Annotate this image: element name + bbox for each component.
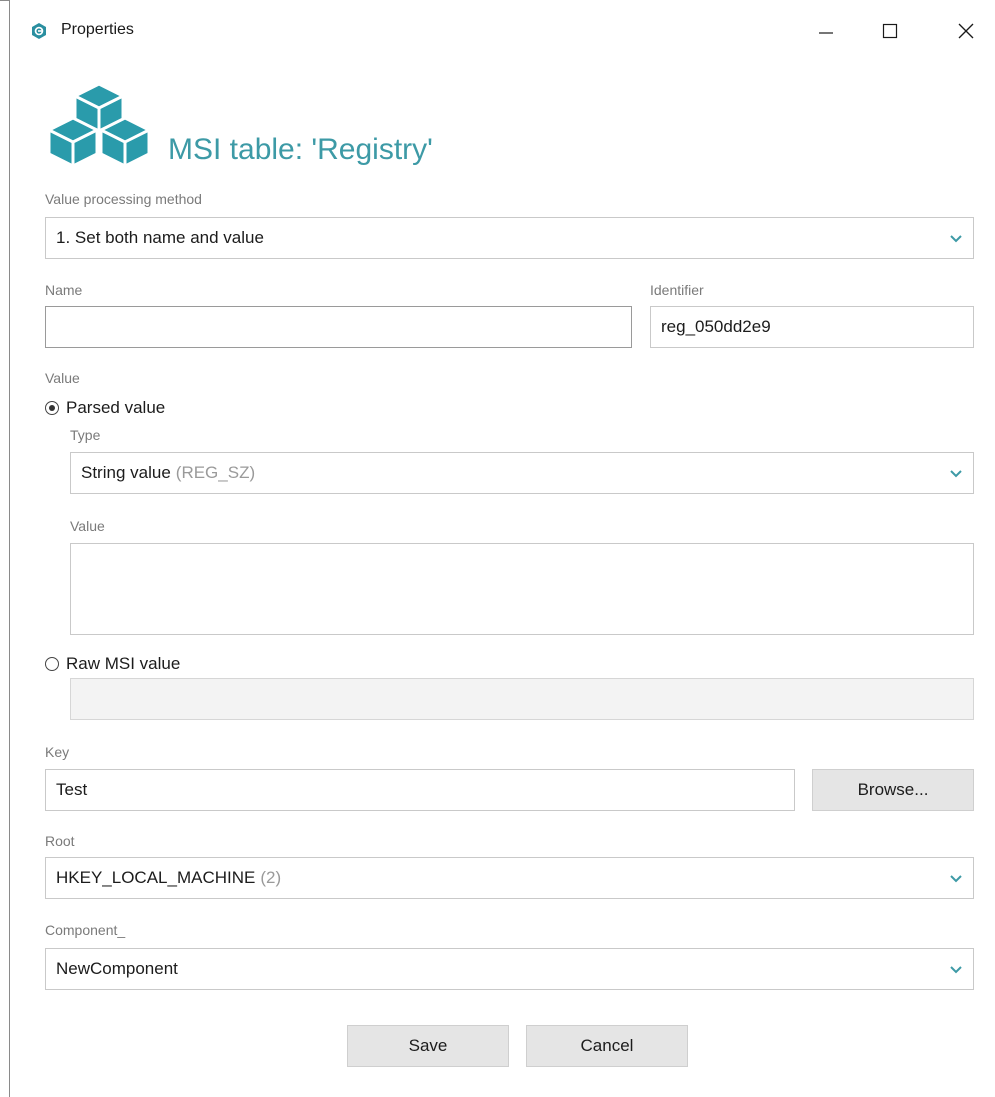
identifier-input[interactable]: reg_050dd2e9 [650, 306, 974, 348]
value-processing-label: Value processing method [45, 191, 202, 207]
minimize-icon [819, 32, 833, 34]
value-label: Value [70, 518, 105, 534]
raw-msi-value-radio[interactable]: Raw MSI value [45, 654, 180, 674]
parsed-value-radio[interactable]: Parsed value [45, 398, 165, 418]
component-value: NewComponent [56, 959, 178, 978]
browse-button[interactable]: Browse... [812, 769, 974, 811]
properties-dialog: Properties MSI table: 'Registry' Value p… [9, 0, 995, 1097]
chevron-down-icon [950, 470, 962, 478]
app-icon [30, 22, 48, 40]
raw-msi-value-input[interactable] [70, 678, 974, 720]
value-textarea[interactable] [70, 543, 974, 635]
msi-table-cubes-icon [43, 82, 155, 168]
component-label: Component_ [45, 922, 126, 938]
page-title: MSI table: 'Registry' [168, 133, 433, 166]
value-processing-value: 1. Set both name and value [56, 228, 264, 247]
parsed-value-label: Parsed value [66, 398, 166, 417]
component-select[interactable]: NewComponent [45, 948, 974, 990]
chevron-down-icon [950, 875, 962, 883]
value-processing-select[interactable]: 1. Set both name and value [45, 217, 974, 259]
save-button[interactable]: Save [347, 1025, 509, 1067]
chevron-down-icon [950, 966, 962, 974]
chevron-down-icon [950, 235, 962, 243]
key-input[interactable]: Test [45, 769, 795, 811]
root-hint: (2) [260, 868, 282, 887]
type-hint: (REG_SZ) [175, 463, 256, 482]
minimize-button[interactable] [803, 12, 849, 50]
window-title: Properties [61, 21, 134, 38]
root-value: HKEY_LOCAL_MACHINE [56, 868, 256, 887]
root-select[interactable]: HKEY_LOCAL_MACHINE (2) [45, 857, 974, 899]
name-label: Name [45, 282, 83, 298]
type-select[interactable]: String value (REG_SZ) [70, 452, 974, 494]
radio-selected-icon [45, 401, 59, 415]
key-value: Test [56, 780, 88, 799]
value-section-label: Value [45, 370, 80, 386]
cancel-button[interactable]: Cancel [526, 1025, 688, 1067]
close-button[interactable] [943, 12, 989, 50]
identifier-value: reg_050dd2e9 [661, 317, 771, 336]
type-value: String value [81, 463, 171, 482]
root-label: Root [45, 833, 75, 849]
identifier-label: Identifier [650, 282, 704, 298]
title-bar[interactable]: Properties [10, 0, 995, 62]
raw-msi-value-label: Raw MSI value [66, 654, 181, 673]
maximize-icon [882, 23, 898, 39]
radio-unselected-icon [45, 657, 59, 671]
maximize-button[interactable] [867, 12, 913, 50]
key-label: Key [45, 744, 70, 760]
close-icon [958, 23, 974, 39]
name-input[interactable] [45, 306, 632, 348]
type-label: Type [70, 427, 101, 443]
